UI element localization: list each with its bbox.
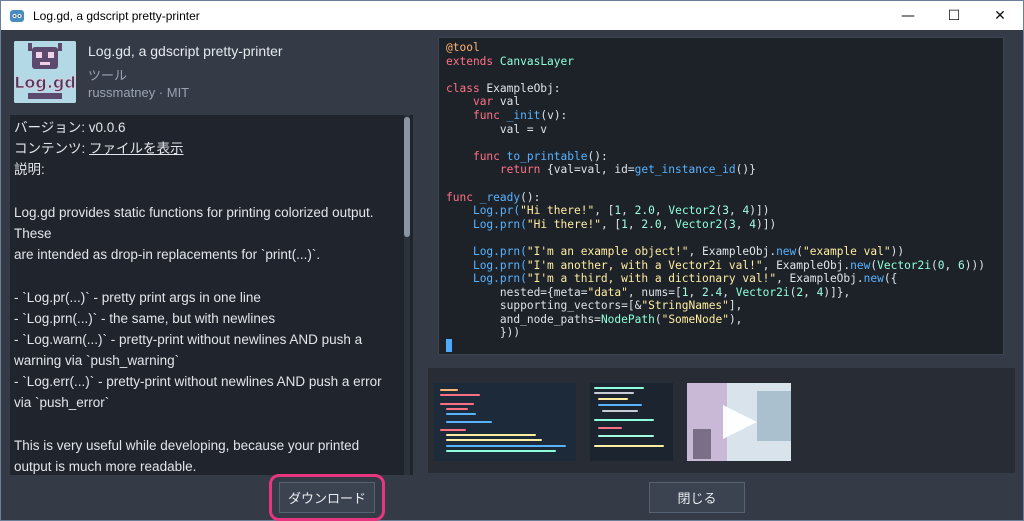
maximize-icon: ☐: [947, 7, 961, 24]
description-line: output is much more readable.: [14, 459, 197, 474]
description-line: - `Log.warn(...)` - pretty-print without…: [14, 331, 363, 347]
thumbnail-2[interactable]: [590, 383, 673, 461]
asset-author-license: russmatney · MIT: [88, 85, 190, 100]
asset-title: Log.gd, a gdscript pretty-printer: [88, 43, 283, 59]
description-line: [14, 414, 394, 435]
code-preview: @tool extends CanvasLayer class ExampleO…: [446, 41, 985, 340]
window-title: Log.gd, a gdscript pretty-printer: [33, 8, 200, 23]
text-cursor: [446, 339, 452, 352]
screenshot-preview: @tool extends CanvasLayer class ExampleO…: [438, 37, 1004, 355]
description-line: via `push_error`: [14, 395, 110, 411]
description-line: warning via `push_warning`: [14, 353, 180, 369]
play-video-icon: [687, 383, 791, 461]
description-line: This is very useful while developing, be…: [14, 437, 360, 453]
view-files-link[interactable]: ファイルを表示: [89, 141, 184, 156]
minimize-button[interactable]: —: [885, 1, 931, 30]
close-icon: ✕: [994, 7, 1006, 24]
content-line: コンテンツ: ファイルを表示: [14, 138, 394, 159]
description-label: 説明:: [14, 162, 45, 178]
logo-robot-icon: Log.gd: [14, 41, 76, 103]
thumbnail-1[interactable]: [434, 383, 576, 461]
version-line: バージョン: v0.0.6: [14, 120, 126, 135]
content-label: コンテンツ:: [14, 141, 90, 157]
description-line: These: [14, 225, 52, 241]
video-thumbnail[interactable]: [687, 383, 791, 461]
logo-text: Log.gd: [14, 73, 76, 92]
description-line: Log.gd provides static functions for pri…: [14, 204, 374, 220]
asset-category: ツール: [88, 68, 128, 83]
download-button[interactable]: ダウンロード: [279, 482, 375, 513]
description-line: [14, 265, 394, 286]
description-scrollbar[interactable]: [404, 117, 410, 237]
description-line: [14, 181, 394, 202]
asset-header: Log.gd Log.gd, a gdscript pretty-printer…: [11, 39, 421, 107]
godot-icon: [10, 9, 24, 22]
description-line: - `Log.err(...)` - pretty-print without …: [14, 374, 382, 390]
description-line: are intended as drop-in replacements for…: [14, 247, 321, 263]
title-bar: Log.gd, a gdscript pretty-printer — ☐ ✕: [1, 1, 1023, 30]
asset-logo: Log.gd: [14, 41, 76, 103]
asset-library-dialog: Log.gd, a gdscript pretty-printer — ☐ ✕ …: [0, 0, 1024, 521]
maximize-button[interactable]: ☐: [931, 1, 977, 30]
description-panel[interactable]: バージョン: v0.0.6 コンテンツ: ファイルを表示 説明: Log.gd …: [10, 115, 413, 475]
close-window-button[interactable]: ✕: [977, 1, 1023, 30]
description-line: - `Log.prn(...)` - the same, but with ne…: [14, 310, 276, 326]
description-line: - `Log.pr(...)` - pretty print args in o…: [14, 289, 261, 305]
close-button[interactable]: 閉じる: [649, 482, 745, 513]
minimize-icon: —: [901, 7, 915, 24]
